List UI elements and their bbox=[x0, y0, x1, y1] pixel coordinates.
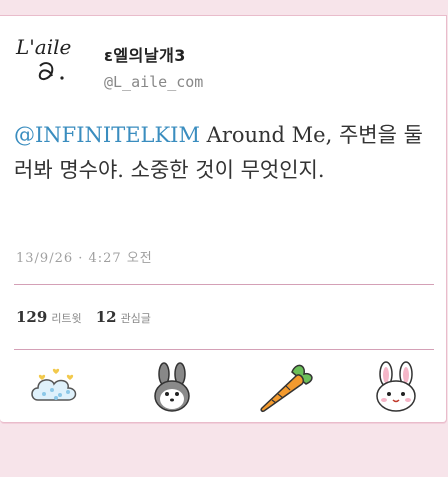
rabbit-face-icon bbox=[376, 361, 416, 412]
reply-button[interactable] bbox=[26, 360, 86, 414]
divider bbox=[14, 349, 434, 350]
bunny-ears-icon bbox=[154, 362, 190, 412]
favorite-button[interactable] bbox=[256, 360, 316, 414]
divider bbox=[14, 284, 434, 285]
display-name[interactable]: ε엘의날개3 bbox=[104, 42, 186, 66]
avatar-logo-icon: L'aile bbox=[15, 35, 71, 80]
cloud-hearts-icon bbox=[31, 368, 77, 401]
favorites-label[interactable]: 관심글 bbox=[121, 312, 151, 325]
user-handle[interactable]: @L_aile_com bbox=[104, 73, 203, 91]
retweets-label[interactable]: 리트윗 bbox=[51, 312, 81, 325]
favorites-count[interactable]: 12 bbox=[96, 308, 117, 326]
retweets-count[interactable]: 129 bbox=[16, 308, 47, 326]
mention-link[interactable]: @INFINITELKIM bbox=[14, 123, 200, 147]
carrot-icon bbox=[260, 364, 313, 412]
more-button[interactable] bbox=[366, 360, 426, 414]
tweet-timestamp: 13/9/26 · 4:27 오전 bbox=[16, 251, 153, 266]
retweet-button[interactable] bbox=[142, 360, 202, 414]
avatar[interactable]: L'aile bbox=[14, 30, 78, 90]
tweet-stats: 129 리트윗 12 관심글 bbox=[16, 307, 165, 326]
tweet-text: @INFINITELKIM Around Me, 주변을 둘러봐 명수야. 소중… bbox=[14, 118, 434, 188]
svg-text:L'aile: L'aile bbox=[15, 35, 71, 59]
